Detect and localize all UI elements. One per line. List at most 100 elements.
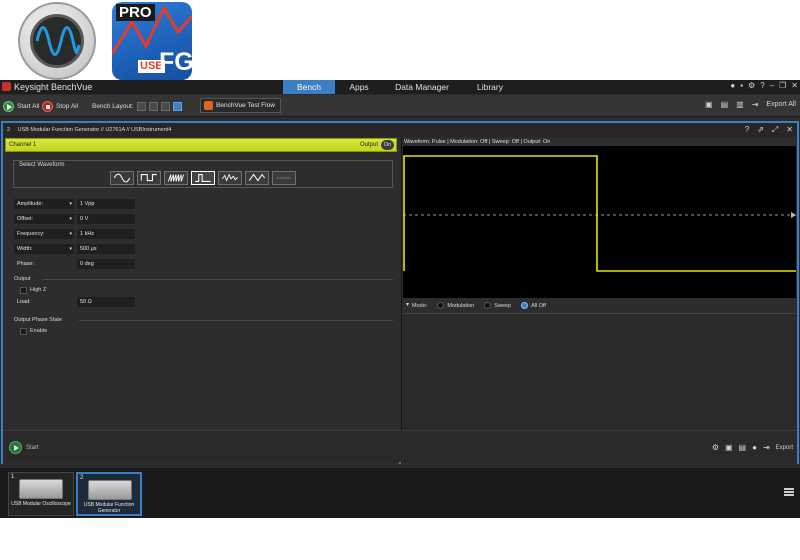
- panel-title: USB Modular Function Generator // U2761A…: [17, 127, 172, 133]
- offset-select[interactable]: Offset: ▾: [14, 214, 74, 224]
- export-all-button[interactable]: Export All: [766, 101, 796, 108]
- mode-alloff-radio[interactable]: All Off: [521, 302, 546, 309]
- panel-header-controls: ? ⇗ ⤢ ✕: [745, 125, 793, 134]
- mode-modulation-label: Modulation: [447, 302, 475, 309]
- tab-apps[interactable]: Apps: [340, 80, 378, 94]
- waveform-square-button[interactable]: [137, 171, 161, 185]
- save-icon[interactable]: ▣: [705, 100, 713, 109]
- play-icon: [9, 441, 22, 454]
- function-generator-app-logo: PRO USB FG: [112, 2, 192, 80]
- close-icon[interactable]: ✕: [791, 81, 798, 90]
- offset-input[interactable]: 0 V: [77, 214, 135, 224]
- phase-label: Phase:: [17, 261, 35, 267]
- waveform-display: [403, 146, 796, 298]
- layout-split-icon[interactable]: [148, 101, 158, 111]
- folder-icon[interactable]: ▤: [739, 443, 747, 452]
- waveform-triangle-button[interactable]: [245, 171, 269, 185]
- waveform-sine-button[interactable]: [110, 171, 134, 185]
- enable-label: Enable: [30, 328, 48, 334]
- mode-sweep-label: Sweep: [494, 302, 512, 309]
- enable-option[interactable]: Enable: [20, 327, 47, 335]
- panel-help-icon[interactable]: ?: [745, 125, 749, 134]
- export-icon[interactable]: ⇥: [752, 100, 759, 109]
- preview-pane: Waveform: Pulse | Modulation: Off | Swee…: [401, 138, 797, 464]
- mode-modulation-radio[interactable]: Modulation: [437, 302, 474, 309]
- tab-data-manager[interactable]: Data Manager: [390, 80, 454, 94]
- maximize-icon[interactable]: ⤢: [772, 125, 778, 134]
- save-icon[interactable]: ▣: [725, 443, 733, 452]
- thumb-label: USB Modular Function Generator: [83, 502, 135, 514]
- frequency-input[interactable]: 1 kHz: [77, 229, 135, 239]
- popout-icon[interactable]: ⇗: [757, 125, 764, 134]
- thumb-number: 1: [11, 474, 15, 480]
- info-icon[interactable]: ●: [752, 443, 757, 452]
- layout-full-icon[interactable]: [172, 101, 182, 111]
- frequency-label: Frequency:: [17, 231, 45, 237]
- chevron-down-icon[interactable]: ▾: [406, 301, 409, 310]
- panel-footer: Start ⚙ ▣ ▤ ● ⇥ Export: [3, 430, 797, 462]
- main-toolbar: Start All Stop All Bench Layout: BenchVu…: [0, 95, 800, 117]
- instrument-thumb-function-generator[interactable]: 2 USB Modular Function Generator: [76, 472, 142, 516]
- channel-label: Channel 1: [9, 142, 37, 148]
- phase-state-divider: [79, 320, 393, 321]
- waveform-pulse-button[interactable]: [191, 171, 215, 185]
- notification-icon[interactable]: ●: [730, 81, 735, 90]
- enable-checkbox[interactable]: [20, 327, 27, 335]
- mode-alloff-label: All Off: [531, 302, 546, 309]
- stop-all-label: Stop All: [56, 102, 79, 110]
- app-title: Keysight BenchVue: [14, 82, 93, 92]
- mode-sweep-radio[interactable]: Sweep: [484, 302, 511, 309]
- highz-option[interactable]: High Z: [20, 286, 46, 294]
- radio-icon: [437, 302, 445, 309]
- amplitude-input[interactable]: 1 Vpp: [77, 199, 135, 209]
- sine-wave-icon: [113, 173, 131, 183]
- offset-label: Offset:: [17, 216, 34, 222]
- chat-icon[interactable]: ▪: [740, 81, 743, 90]
- phase-state-section-label: Output Phase State: [14, 317, 63, 323]
- restore-icon[interactable]: ❐: [779, 81, 786, 90]
- pulse-wave-icon: [195, 174, 211, 182]
- pulse-trace: [403, 155, 796, 272]
- folder-icon[interactable]: ▤: [721, 100, 729, 109]
- amplitude-label: Amplitude:: [17, 201, 43, 207]
- help-icon[interactable]: ?: [760, 81, 764, 90]
- output-toggle[interactable]: On: [381, 140, 394, 150]
- settings-icon[interactable]: ⚙: [712, 443, 719, 452]
- start-button[interactable]: Start: [9, 441, 39, 454]
- output-divider: [43, 279, 393, 280]
- panel-close-icon[interactable]: ✕: [786, 125, 793, 134]
- tab-bench[interactable]: Bench: [283, 80, 335, 94]
- device-icon: [19, 479, 63, 499]
- load-input[interactable]: 50 Ω: [77, 297, 135, 307]
- toolbar-right: ▣ ▤ ▥ ⇥ Export All: [705, 100, 796, 109]
- width-input[interactable]: 500 µs: [77, 244, 135, 254]
- width-select[interactable]: Width: ▾: [14, 244, 74, 254]
- channel-header[interactable]: Channel 1 Output On: [5, 138, 397, 152]
- saveas-icon[interactable]: ▥: [736, 100, 744, 109]
- fg-logo-main-text: FG: [159, 48, 192, 76]
- instrument-thumb-oscilloscope[interactable]: 1 USB Modular Oscilloscope: [8, 472, 74, 516]
- export-icon[interactable]: ⇥: [763, 443, 770, 452]
- waveform-dc-button[interactable]: [272, 171, 296, 185]
- tab-library[interactable]: Library: [468, 80, 512, 94]
- stop-all-button[interactable]: Stop All: [42, 99, 78, 113]
- menu-icon[interactable]: [784, 488, 794, 496]
- frequency-select[interactable]: Frequency: ▾: [14, 229, 74, 239]
- layout-single-icon[interactable]: [136, 101, 146, 111]
- start-all-button[interactable]: Start All: [3, 99, 39, 113]
- export-button[interactable]: Export: [776, 445, 793, 451]
- amplitude-select[interactable]: Amplitude: ▾: [14, 199, 74, 209]
- start-label: Start: [26, 444, 39, 451]
- highz-checkbox[interactable]: [20, 286, 27, 294]
- minimize-icon[interactable]: –: [770, 81, 774, 90]
- square-wave-icon: [140, 174, 157, 182]
- radio-selected-icon: [521, 302, 529, 309]
- ramp-wave-icon: [167, 174, 185, 182]
- phase-input[interactable]: 0 deg: [77, 259, 135, 269]
- waveform-ramp-button[interactable]: [164, 171, 188, 185]
- layout-grid-icon[interactable]: [160, 101, 170, 111]
- gear-icon[interactable]: ⚙: [748, 81, 755, 90]
- waveform-arb-button[interactable]: [218, 171, 242, 185]
- test-flow-button[interactable]: BenchVue Test Flow: [200, 98, 281, 113]
- panel-number: 2: [7, 127, 11, 133]
